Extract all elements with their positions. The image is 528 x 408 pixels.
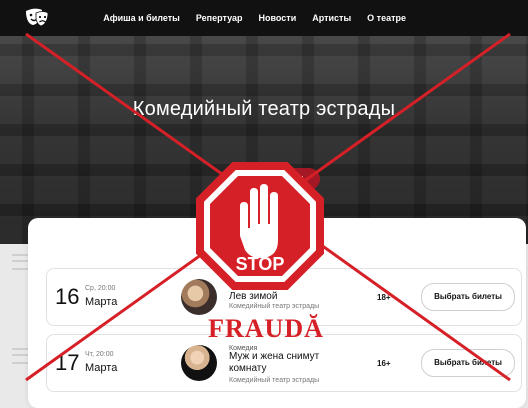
event-weekday-time: Ср, 20:00 [85, 285, 116, 292]
event-venue: Комедийный театр эстрады [229, 377, 320, 384]
choose-tickets-button[interactable]: Выбрать билеты [421, 283, 515, 311]
age-rating: 16+ [377, 359, 391, 368]
event-title[interactable]: Муж и жена снимут [229, 351, 319, 362]
nav-item-news[interactable]: Новости [250, 0, 304, 36]
age-rating: 18+ [377, 293, 391, 302]
event-month: Марта [85, 362, 118, 374]
theater-masks-icon[interactable] [24, 6, 50, 30]
nav-item-afisha[interactable]: Афиша и билеты [95, 0, 188, 36]
main-nav: Афиша и билеты Репертуар Новости Артисты… [95, 0, 414, 36]
event-day: 16 [55, 284, 80, 309]
event-day: 17 [55, 350, 80, 375]
nav-item-repertoire[interactable]: Репертуар [188, 0, 251, 36]
stop-label: STOP [236, 254, 285, 274]
event-weekday-time: Чт, 20:00 [85, 351, 114, 358]
stop-sign-icon: STOP [196, 162, 324, 290]
event-thumbnail[interactable] [181, 345, 217, 381]
top-navigation-bar: Афиша и билеты Репертуар Новости Артисты… [0, 0, 528, 36]
event-venue: Комедийный театр эстрады [229, 303, 320, 310]
nav-item-artists[interactable]: Артисты [304, 0, 359, 36]
hero-title: Комедийный театр эстрады [132, 98, 396, 120]
event-title-line2[interactable]: комнату [229, 363, 266, 374]
event-month: Марта [85, 296, 118, 308]
list-icon [12, 348, 28, 364]
event-title[interactable]: Лев зимой [229, 291, 277, 302]
nav-item-about[interactable]: О театре [359, 0, 414, 36]
choose-tickets-button[interactable]: Выбрать билеты [421, 349, 515, 377]
fraud-label: FRAUDĂ [208, 314, 324, 343]
list-icon [12, 254, 28, 270]
